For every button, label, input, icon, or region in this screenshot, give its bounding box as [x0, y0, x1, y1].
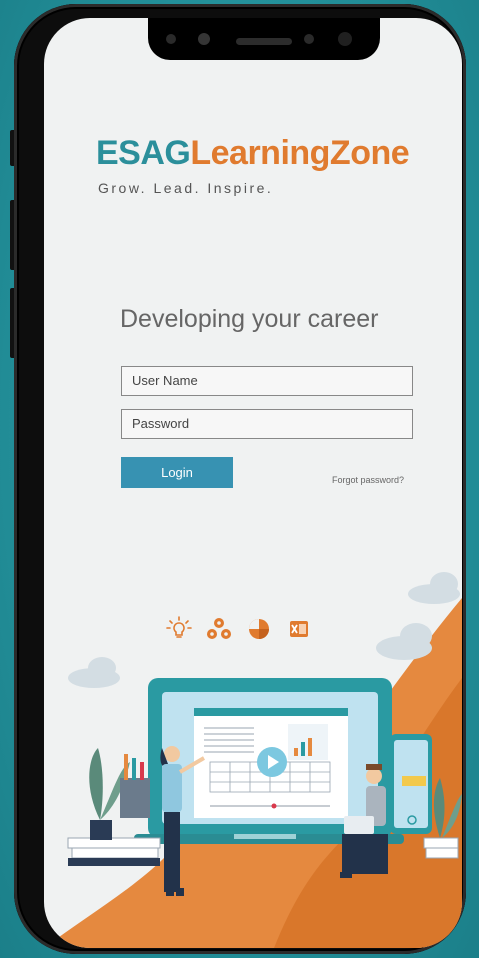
front-sensor — [198, 33, 210, 45]
logo-text-learningzone: LearningZone — [190, 134, 410, 172]
phone-speaker — [236, 38, 292, 45]
proximity-sensor — [304, 34, 314, 44]
password-field[interactable]: Password — [121, 409, 413, 439]
rear-dot — [338, 32, 352, 46]
learning-illustration — [44, 572, 462, 948]
username-placeholder: User Name — [132, 373, 198, 388]
phone-screen: ESAGLearningZone Grow. Lead. Inspire. De… — [44, 18, 462, 948]
username-field[interactable]: User Name — [121, 366, 413, 396]
front-camera — [166, 34, 176, 44]
forgot-password-link[interactable]: Forgot password? — [332, 475, 404, 485]
page-headline: Developing your career — [120, 305, 379, 333]
login-button[interactable]: Login — [121, 457, 233, 488]
brand-tagline: Grow. Lead. Inspire. — [98, 180, 274, 196]
brand-logo: ESAGLearningZone — [96, 134, 410, 173]
phone-frame: ESAGLearningZone Grow. Lead. Inspire. De… — [14, 4, 466, 954]
logo-text-esag: ESAG — [96, 134, 191, 172]
password-placeholder: Password — [132, 416, 190, 431]
